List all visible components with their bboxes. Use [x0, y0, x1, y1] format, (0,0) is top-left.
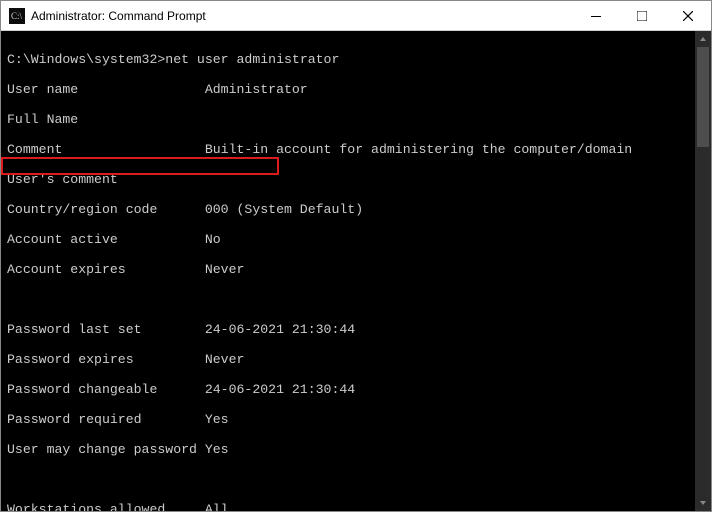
- field-label: User name: [7, 82, 205, 97]
- field-value: Yes: [205, 442, 229, 457]
- field-label: Full Name: [7, 112, 205, 127]
- close-button[interactable]: [665, 1, 711, 30]
- scroll-up-arrow-icon[interactable]: [695, 31, 711, 47]
- window-titlebar: C:\ Administrator: Command Prompt: [1, 1, 711, 31]
- prompt-path: C:\Windows\system32>: [7, 52, 165, 67]
- typed-command: net user administrator: [165, 52, 339, 67]
- field-value: 24-06-2021 21:30:44: [205, 382, 355, 397]
- scroll-down-arrow-icon[interactable]: [695, 495, 711, 511]
- scroll-thumb[interactable]: [697, 47, 709, 147]
- window-controls: [573, 1, 711, 30]
- console-area: C:\Windows\system32>net user administrat…: [1, 31, 711, 511]
- field-value: Administrator: [205, 82, 308, 97]
- field-value: Yes: [205, 412, 229, 427]
- terminal-output[interactable]: C:\Windows\system32>net user administrat…: [1, 31, 695, 511]
- field-label: Password expires: [7, 352, 205, 367]
- field-value: No: [205, 232, 221, 247]
- field-value: Never: [205, 352, 245, 367]
- field-value: Never: [205, 262, 245, 277]
- field-label: Account active: [7, 232, 205, 247]
- window-title: Administrator: Command Prompt: [31, 9, 573, 23]
- field-label: Password last set: [7, 322, 205, 337]
- field-value: 24-06-2021 21:30:44: [205, 322, 355, 337]
- minimize-button[interactable]: [573, 1, 619, 30]
- field-label: User may change password: [7, 442, 205, 457]
- field-label: User's comment: [7, 172, 205, 187]
- maximize-button[interactable]: [619, 1, 665, 30]
- vertical-scrollbar[interactable]: [695, 31, 711, 511]
- cmd-icon: C:\: [9, 8, 25, 24]
- field-label: Comment: [7, 142, 205, 157]
- field-label: Account expires: [7, 262, 205, 277]
- field-value: All: [205, 502, 229, 511]
- field-label: Password changeable: [7, 382, 205, 397]
- svg-text:C:\: C:\: [11, 11, 23, 21]
- field-value: 000 (System Default): [205, 202, 363, 217]
- field-label: Country/region code: [7, 202, 205, 217]
- field-value: Built-in account for administering the c…: [205, 142, 632, 157]
- field-label: Workstations allowed: [7, 502, 205, 511]
- field-label: Password required: [7, 412, 205, 427]
